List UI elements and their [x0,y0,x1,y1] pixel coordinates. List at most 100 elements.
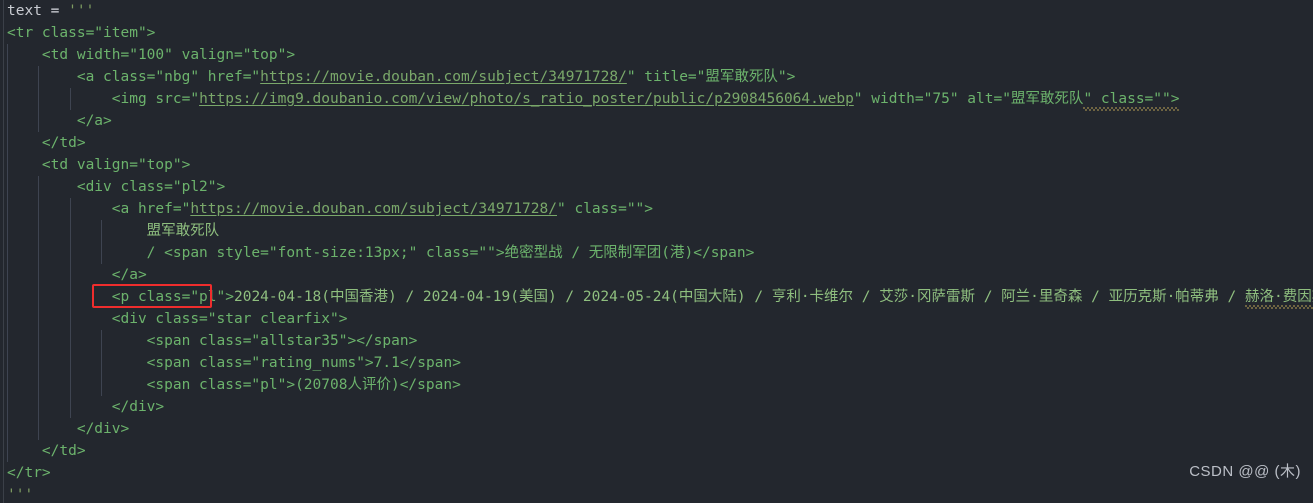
code-line[interactable]: <img src="https://img9.doubanio.com/view… [0,88,1313,111]
code-line[interactable]: <span class="rating_nums">7.1</span> [0,352,1313,374]
code-token: <div class="pl2"> [7,179,226,195]
indent-guide [38,396,40,418]
indent-guide [7,396,8,418]
code-token: </td> [7,443,86,459]
code-line[interactable]: <span class="pl">(20708人评价)</span> [0,374,1313,396]
indent-guide [7,88,8,110]
code-line[interactable]: text = ''' [0,0,1313,22]
code-line[interactable]: </td> [0,132,1313,154]
indent-guide [7,198,8,220]
indent-guide [100,242,102,264]
code-line[interactable]: <a class="nbg" href="https://movie.douba… [0,66,1313,88]
code-line[interactable]: <td valign="top"> [0,154,1313,176]
code-line[interactable]: 盟军敢死队 [0,220,1313,242]
indent-guide [38,418,40,440]
code-token: " title="盟军敢死队"> [626,69,796,85]
indent-guide [7,242,8,264]
indent-guide [69,198,71,220]
code-token: https://movie.douban.com/subject/3497172… [260,69,627,85]
indent-guide [7,440,8,462]
indent-guide [38,198,40,220]
indent-guide [38,308,40,330]
code-token: 2024-04-18(中国香港) / 2024-04-19(美国) / 2024… [233,289,1245,305]
code-line[interactable]: <span class="allstar35"></span> [0,330,1313,352]
code-token: <a class="nbg" href=" [7,69,261,85]
code-line[interactable]: ''' [0,484,1313,503]
indent-guide [7,308,8,330]
indent-guide [38,330,40,352]
code-token: https://img9.doubanio.com/view/photo/s_r… [199,91,854,107]
indent-guide [38,352,40,374]
indent-guide [7,286,8,308]
indent-guide [38,374,40,396]
indent-guide [100,330,102,352]
code-token: " class=""> [1083,88,1180,111]
code-line[interactable]: </td> [0,440,1313,462]
code-line[interactable]: </a> [0,264,1313,286]
code-token: https://movie.douban.com/subject/3497172… [190,201,557,217]
code-line[interactable]: </div> [0,418,1313,440]
indent-guide [7,132,8,154]
indent-guide [38,176,40,198]
indent-guide [69,396,71,418]
indent-guide [38,220,40,242]
code-line[interactable]: <div class="star clearfix"> [0,308,1313,330]
code-line[interactable]: <p class="pl">2024-04-18(中国香港) / 2024-04… [0,286,1313,309]
indent-guide [38,110,40,132]
indent-guide [69,242,71,264]
indent-guide [7,154,8,176]
indent-guide [38,286,40,308]
indent-guide [38,264,40,286]
indent-guide [69,286,71,308]
indent-guide [100,352,102,374]
code-token: <tr class="item"> [7,25,156,41]
code-line[interactable]: </div> [0,396,1313,418]
indent-guide [69,88,71,110]
csdn-watermark: CSDN @@ (木) [1189,463,1301,480]
code-line[interactable]: <tr class="item"> [0,22,1313,44]
code-token: <div class="star clearfix"> [7,311,348,327]
indent-guide [69,352,71,374]
indent-guide [7,418,8,440]
indent-guide [7,330,8,352]
indent-guide [38,242,40,264]
indent-guide [7,220,8,242]
code-token: " width="75" alt="盟军敢死队 [853,91,1084,107]
code-token: </a> [7,267,147,283]
indent-guide [69,330,71,352]
indent-guide [38,88,40,110]
code-line[interactable]: / <span style="font-size:13px;" class=""… [0,242,1313,264]
code-line[interactable]: </tr> [0,462,1313,484]
code-token: " class=""> [556,201,654,217]
indent-guide [7,66,8,88]
code-token: <p class="pl"> [7,289,234,305]
indent-guide [69,220,71,242]
code-block[interactable]: text = ''' <tr class="item"> <td width="1… [0,0,1313,503]
indent-guide [38,66,40,88]
code-token: </td> [7,135,86,151]
code-token: <img src=" [7,91,200,107]
indent-guide [7,264,8,286]
code-token: <td width="100" valign="top"> [7,47,296,63]
code-line[interactable]: </a> [0,110,1313,132]
code-token: </div> [7,421,130,437]
indent-guide [100,374,102,396]
code-line[interactable]: <td width="100" valign="top"> [0,44,1313,66]
code-token: <span class="rating_nums">7.1</span> [7,355,461,371]
code-editor-pane[interactable]: text = ''' <tr class="item"> <td width="1… [0,0,1313,503]
code-token: / <span style="font-size:13px;" class=""… [7,245,755,261]
indent-guide [7,352,8,374]
code-token: text [7,3,42,19]
indent-guide [7,44,8,66]
code-token: ''' [68,3,95,19]
indent-guide [69,308,71,330]
code-line[interactable]: <a href="https://movie.douban.com/subjec… [0,198,1313,220]
code-token: </div> [7,399,165,415]
code-line[interactable]: <div class="pl2"> [0,176,1313,198]
code-token: <span class="pl">(20708人评价)</span> [7,377,461,393]
indent-guide [100,220,102,242]
code-token: <td valign="top"> [7,157,191,173]
code-token: 赫洛·费因斯-提芬 / 巴布斯·奥 [1245,286,1313,309]
